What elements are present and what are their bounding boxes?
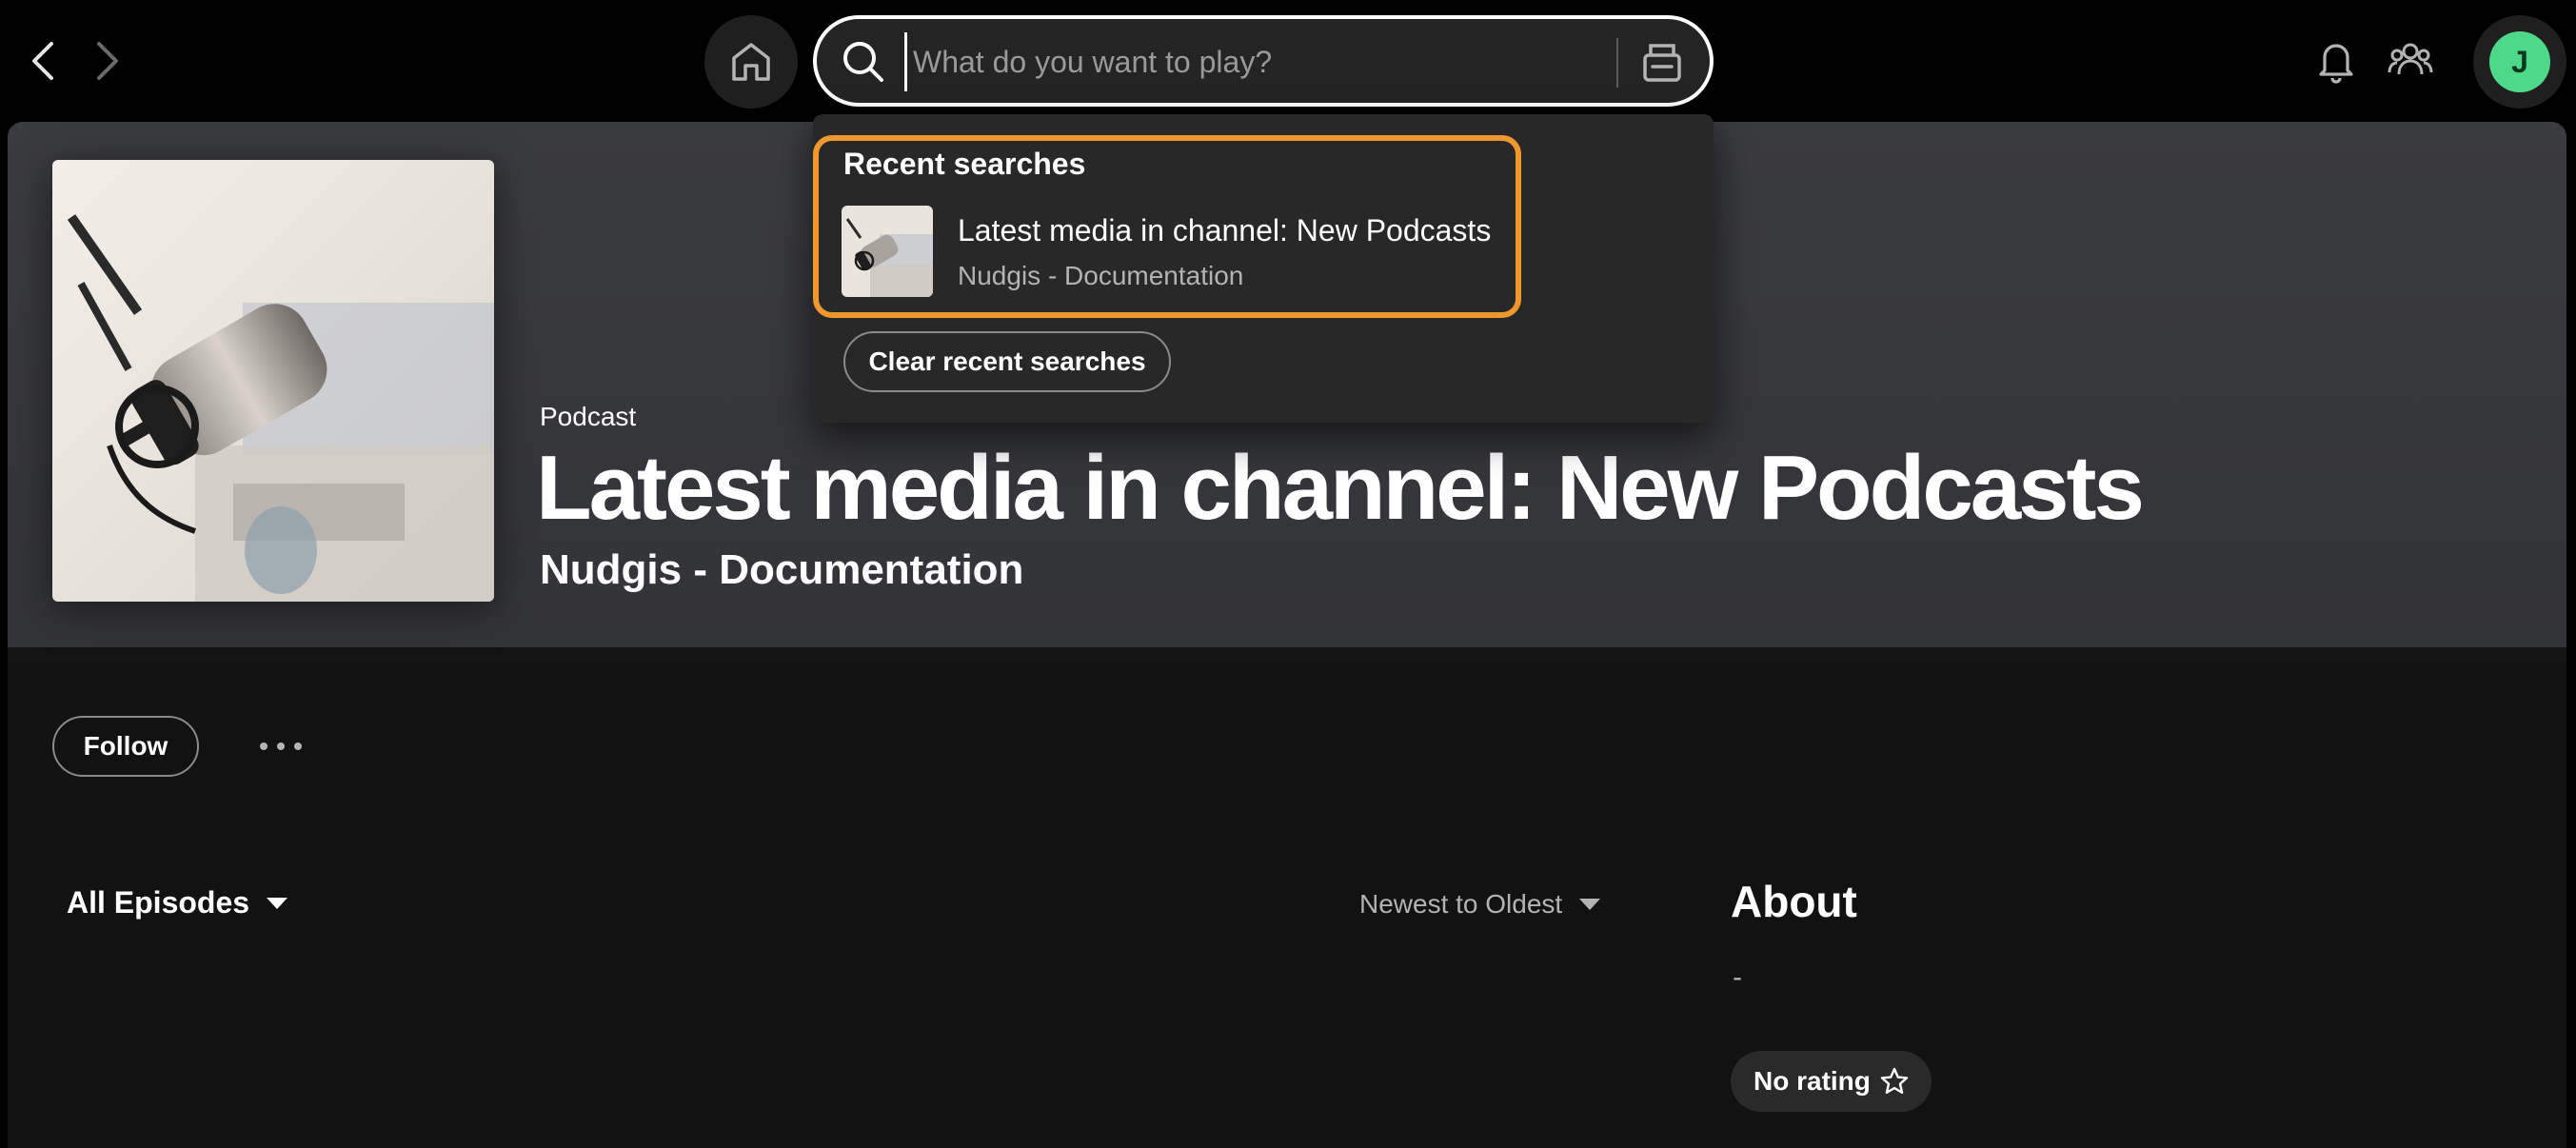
- recent-searches-dropdown: Recent searches Latest media in channel:…: [813, 114, 1714, 423]
- recent-search-item[interactable]: Latest media in channel: New Podcasts Nu…: [842, 206, 1508, 301]
- recent-search-thumbnail: [842, 206, 933, 297]
- forward-button[interactable]: [74, 29, 139, 93]
- caret-down-icon: [1579, 899, 1601, 910]
- more-options-dot: [277, 742, 285, 750]
- podcast-cover-image: [52, 160, 494, 602]
- star-icon: [1880, 1067, 1909, 1094]
- search-divider: [1616, 38, 1618, 88]
- chevron-left-icon: [32, 42, 53, 80]
- episodes-filter-dropdown[interactable]: All Episodes: [67, 885, 288, 920]
- home-icon: [732, 43, 770, 81]
- search-bar[interactable]: [813, 15, 1714, 107]
- about-heading: About: [1731, 877, 1857, 926]
- more-options-dot: [294, 742, 302, 750]
- friend-activity-icon[interactable]: [2386, 36, 2435, 86]
- follow-button[interactable]: Follow: [52, 716, 199, 777]
- clear-recent-searches-button[interactable]: Clear recent searches: [843, 331, 1171, 392]
- search-input[interactable]: [904, 32, 1456, 91]
- notifications-bell-icon[interactable]: [2311, 36, 2361, 86]
- rating-label: No rating: [1754, 1066, 1871, 1096]
- back-button[interactable]: [11, 29, 76, 93]
- sort-dropdown[interactable]: Newest to Oldest: [1359, 889, 1601, 920]
- top-bar: J: [0, 0, 2576, 122]
- user-menu-button[interactable]: J: [2473, 15, 2566, 109]
- more-options-icon: [260, 742, 268, 750]
- recent-search-subtitle: Nudgis - Documentation: [958, 261, 1244, 290]
- rating-button[interactable]: No rating: [1731, 1051, 1932, 1112]
- avatar: J: [2489, 31, 2550, 92]
- episodes-filter-label: All Episodes: [67, 885, 250, 920]
- publisher-link[interactable]: Nudgis - Documentation: [540, 546, 1023, 594]
- about-description: -: [1733, 961, 1742, 993]
- browse-icon[interactable]: [1637, 38, 1687, 88]
- recent-search-title: Latest media in channel: New Podcasts: [958, 213, 1492, 247]
- recent-searches-heading: Recent searches: [843, 147, 1086, 181]
- more-options-button[interactable]: [248, 727, 314, 765]
- content-type-label: Podcast: [540, 402, 637, 431]
- page-title: Latest media in channel: New Podcasts: [536, 437, 2145, 539]
- sort-label: Newest to Oldest: [1359, 889, 1563, 919]
- caret-down-icon: [267, 897, 288, 909]
- chevron-right-icon: [97, 42, 118, 80]
- search-icon: [843, 42, 883, 82]
- home-button[interactable]: [704, 15, 798, 109]
